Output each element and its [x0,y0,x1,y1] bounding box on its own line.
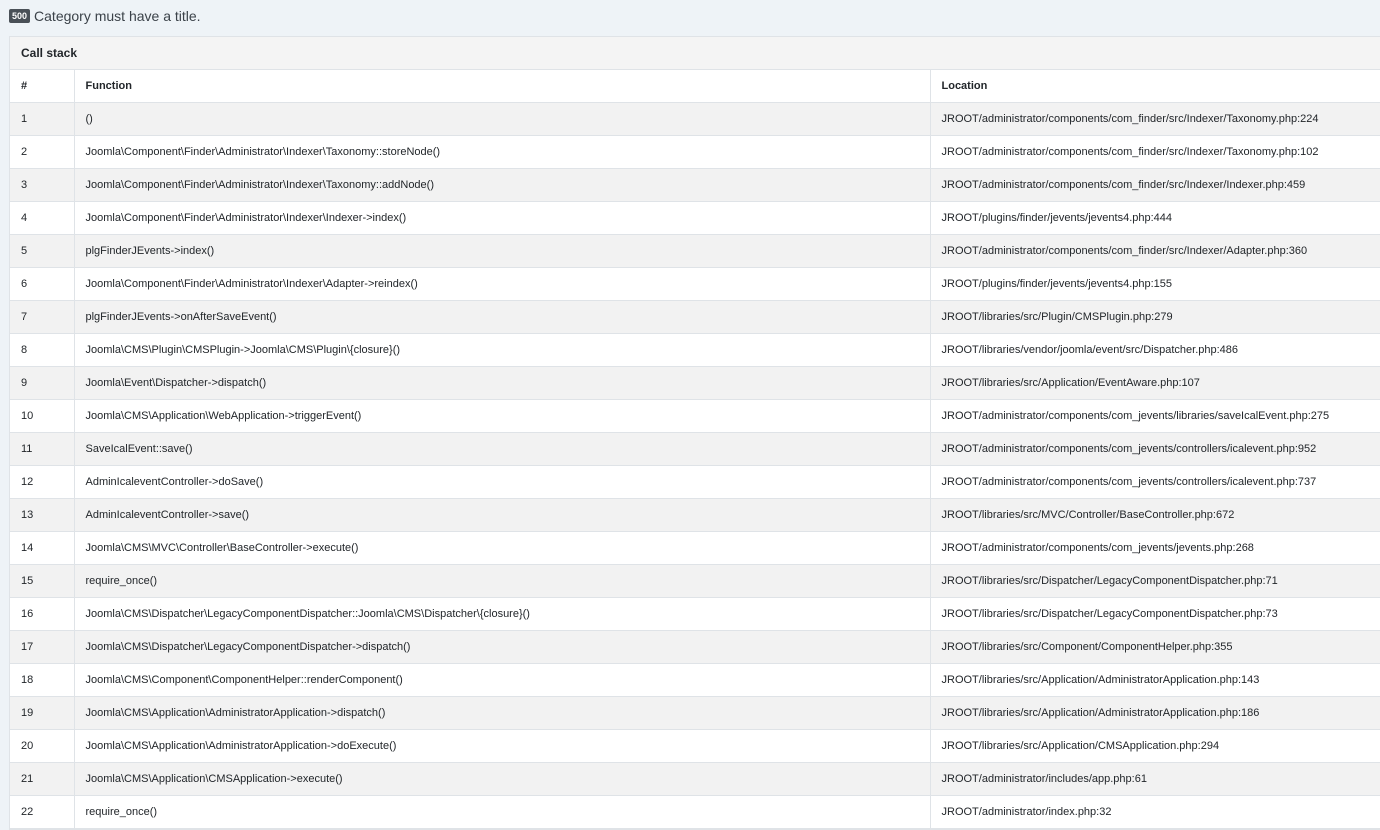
frame-location: JROOT/administrator/components/com_finde… [930,135,1380,169]
table-row: 9 Joomla\Event\Dispatcher->dispatch() JROO… [10,366,1380,400]
frame-number: 6 [10,267,75,301]
table-row: 10 Joomla\CMS\Application\WebApplication-… [10,399,1380,433]
frame-number: 18 [10,663,75,697]
frame-number: 20 [10,729,75,763]
call-stack-title: Call stack [10,37,1380,70]
frame-function: Joomla\Component\Finder\Administrator\In… [74,135,931,169]
frame-number: 19 [10,696,75,730]
table-row: 16 Joomla\CMS\Dispatcher\LegacyComponentD… [10,597,1380,631]
frame-location: JROOT/libraries/src/Application/Administ… [930,696,1380,730]
table-row: 12 AdminIcaleventController->doSave() JROO… [10,465,1380,499]
frame-function: Joomla\CMS\Application\CMSApplication->e… [74,762,931,796]
table-row: 22 require_once() JROOT/administrator/inde… [10,795,1380,829]
table-row: 7 plgFinderJEvents->onAfterSaveEvent() JRO… [10,300,1380,334]
frame-function: Joomla\CMS\Dispatcher\LegacyComponentDis… [74,597,931,631]
frame-number: 16 [10,597,75,631]
table-row: 19 Joomla\CMS\Application\AdministratorAp… [10,696,1380,730]
frame-location: JROOT/administrator/index.php:32 [930,795,1380,829]
frame-number: 9 [10,366,75,400]
frame-location: JROOT/administrator/components/com_jeven… [930,432,1380,466]
table-row: 15 require_once() JROOT/libraries/src/Disp… [10,564,1380,598]
table-row: 18 Joomla\CMS\Component\ComponentHelper::… [10,663,1380,697]
table-row: 6 Joomla\Component\Finder\Administrator\I… [10,267,1380,301]
frame-number: 15 [10,564,75,598]
frame-location: JROOT/administrator/includes/app.php:61 [930,762,1380,796]
frame-function: Joomla\CMS\Application\AdministratorAppl… [74,696,931,730]
call-stack-panel: Call stack # Function Location 1() JROOT/… [9,36,1380,830]
frame-function: SaveIcalEvent::save() [74,432,931,466]
table-row: 20 Joomla\CMS\Application\AdministratorAp… [10,729,1380,763]
frame-number: 10 [10,399,75,433]
frame-number: 14 [10,531,75,565]
frame-location: JROOT/administrator/components/com_jeven… [930,399,1380,433]
frame-function: AdminIcaleventController->save() [74,498,931,532]
table-header-row: # Function Location [10,70,1380,103]
frame-number: 21 [10,762,75,796]
table-row: 4 Joomla\Component\Finder\Administrator\I… [10,201,1380,235]
frame-function: Joomla\Event\Dispatcher->dispatch() [74,366,931,400]
table-row: 14 Joomla\CMS\MVC\Controller\BaseControll… [10,531,1380,565]
frame-location: JROOT/libraries/src/Dispatcher/LegacyCom… [930,597,1380,631]
frame-location: JROOT/libraries/src/Dispatcher/LegacyCom… [930,564,1380,598]
column-header-number: # [10,70,75,103]
frame-location: JROOT/libraries/src/Application/EventAwa… [930,366,1380,400]
error-code-badge: 500 [9,9,31,23]
frame-function: Joomla\Component\Finder\Administrator\In… [74,201,931,235]
frame-number: 17 [10,630,75,664]
frame-number: 1 [10,102,75,136]
frame-function: Joomla\Component\Finder\Administrator\In… [74,168,931,202]
frame-number: 12 [10,465,75,499]
frame-number: 2 [10,135,75,169]
frame-number: 5 [10,234,75,268]
frame-location: JROOT/libraries/vendor/joomla/event/src/… [930,333,1380,367]
table-row: 8 Joomla\CMS\Plugin\CMSPlugin->Joomla\CMS… [10,333,1380,367]
frame-function: Joomla\CMS\Application\AdministratorAppl… [74,729,931,763]
frame-function: Joomla\CMS\Dispatcher\LegacyComponentDis… [74,630,931,664]
frame-location: JROOT/plugins/finder/jevents/jevents4.ph… [930,267,1380,301]
frame-function: Joomla\CMS\MVC\Controller\BaseController… [74,531,931,565]
call-stack-table: # Function Location 1() JROOT/administrat… [10,70,1380,829]
frame-number: 3 [10,168,75,202]
frame-number: 7 [10,300,75,334]
frame-location: JROOT/plugins/finder/jevents/jevents4.ph… [930,201,1380,235]
table-row: 13 AdminIcaleventController->save() JROOT/… [10,498,1380,532]
table-row: 3 Joomla\Component\Finder\Administrator\I… [10,168,1380,202]
frame-function: require_once() [74,564,931,598]
table-row: 2 Joomla\Component\Finder\Administrator\I… [10,135,1380,169]
error-message: Category must have a title. [34,8,201,24]
frame-function: plgFinderJEvents->index() [74,234,931,268]
frame-location: JROOT/administrator/components/com_jeven… [930,531,1380,565]
error-header: 500 Category must have a title. [9,5,201,27]
frame-location: JROOT/administrator/components/com_finde… [930,102,1380,136]
frame-function: plgFinderJEvents->onAfterSaveEvent() [74,300,931,334]
frame-function: Joomla\CMS\Plugin\CMSPlugin->Joomla\CMS\… [74,333,931,367]
frame-function: () [74,102,931,136]
frame-function: Joomla\CMS\Component\ComponentHelper::re… [74,663,931,697]
frame-number: 8 [10,333,75,367]
call-stack-rows: 1() JROOT/administrator/components/com_fi… [10,102,1380,829]
frame-function: Joomla\Component\Finder\Administrator\In… [74,267,931,301]
frame-location: JROOT/administrator/components/com_finde… [930,234,1380,268]
frame-location: JROOT/libraries/src/Application/Administ… [930,663,1380,697]
frame-number: 13 [10,498,75,532]
frame-location: JROOT/administrator/components/com_finde… [930,168,1380,202]
frame-function: require_once() [74,795,931,829]
column-header-function: Function [74,70,931,103]
table-row: 21 Joomla\CMS\Application\CMSApplication-… [10,762,1380,796]
column-header-location: Location [930,70,1380,103]
frame-location: JROOT/libraries/src/Plugin/CMSPlugin.php… [930,300,1380,334]
table-row: 5 plgFinderJEvents->index() JROOT/administ… [10,234,1380,268]
frame-location: JROOT/libraries/src/MVC/Controller/BaseC… [930,498,1380,532]
frame-function: AdminIcaleventController->doSave() [74,465,931,499]
frame-location: JROOT/administrator/components/com_jeven… [930,465,1380,499]
frame-function: Joomla\CMS\Application\WebApplication->t… [74,399,931,433]
table-row: 11 SaveIcalEvent::save() JROOT/administrat… [10,432,1380,466]
frame-number: 11 [10,432,75,466]
table-row: 17 Joomla\CMS\Dispatcher\LegacyComponentD… [10,630,1380,664]
frame-location: JROOT/libraries/src/Component/ComponentH… [930,630,1380,664]
table-row: 1() JROOT/administrator/components/com_fi… [10,102,1380,136]
frame-number: 22 [10,795,75,829]
frame-location: JROOT/libraries/src/Application/CMSAppli… [930,729,1380,763]
frame-number: 4 [10,201,75,235]
